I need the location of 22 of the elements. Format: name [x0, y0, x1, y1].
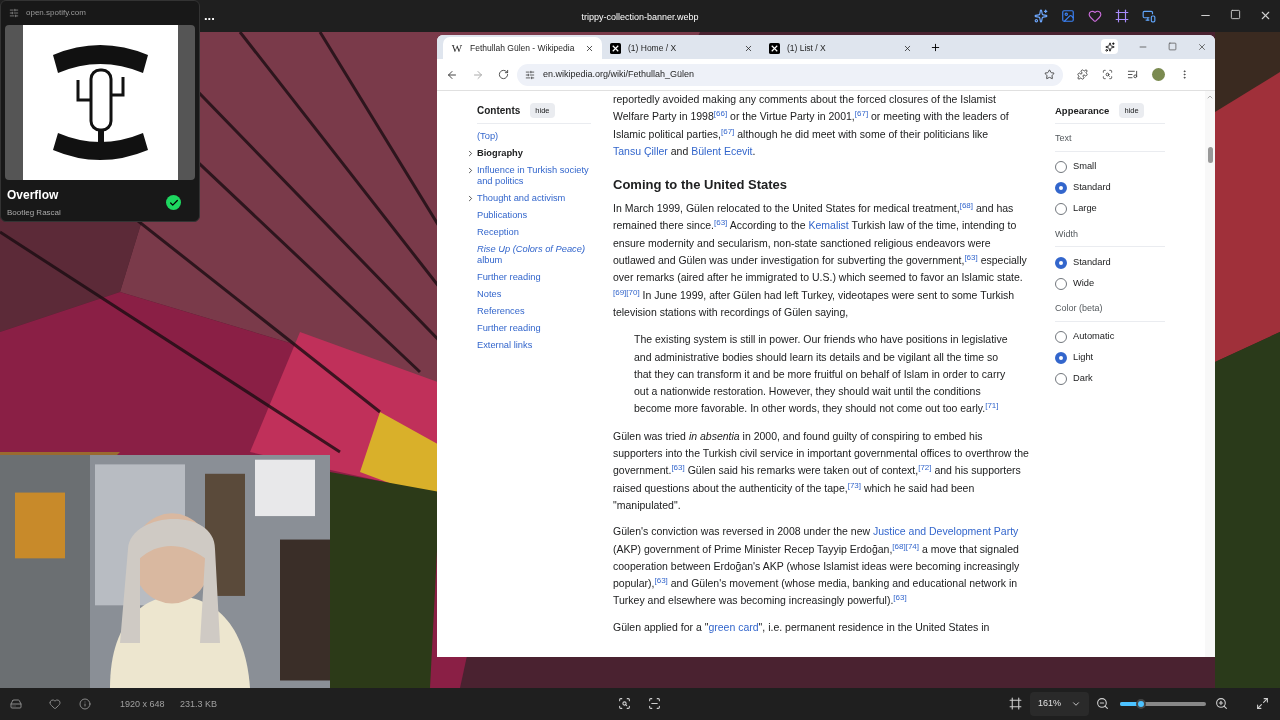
window-title: trippy-collection-banner.webp — [580, 11, 700, 24]
zoom-out-icon[interactable] — [1096, 697, 1109, 710]
zoom-dropdown[interactable]: 161% — [1030, 692, 1090, 716]
close-icon[interactable] — [1259, 9, 1272, 22]
scan-search-icon[interactable] — [618, 697, 631, 710]
image-edit-icon[interactable] — [1061, 9, 1075, 23]
zoom-in-icon[interactable] — [1215, 697, 1228, 710]
zoom-slider[interactable] — [1120, 702, 1206, 706]
caret-icon — [1071, 699, 1082, 709]
heart-icon[interactable] — [1088, 9, 1102, 23]
scan-text-icon[interactable] — [648, 697, 661, 710]
file-size: 231.3 KB — [180, 698, 218, 711]
site-address: open.spotify.com — [26, 7, 86, 19]
heart-icon[interactable] — [49, 698, 61, 710]
info-icon[interactable] — [79, 698, 91, 710]
fullscreen-icon[interactable] — [1256, 697, 1269, 710]
image-dimensions: 1920 x 648 — [120, 698, 165, 711]
device-icon[interactable] — [1142, 9, 1156, 23]
more-menu[interactable]: ... — [204, 6, 215, 26]
site-settings-icon[interactable] — [9, 8, 19, 18]
slider-thumb[interactable] — [1135, 699, 1146, 709]
sparkle-icon[interactable] — [1034, 9, 1048, 23]
